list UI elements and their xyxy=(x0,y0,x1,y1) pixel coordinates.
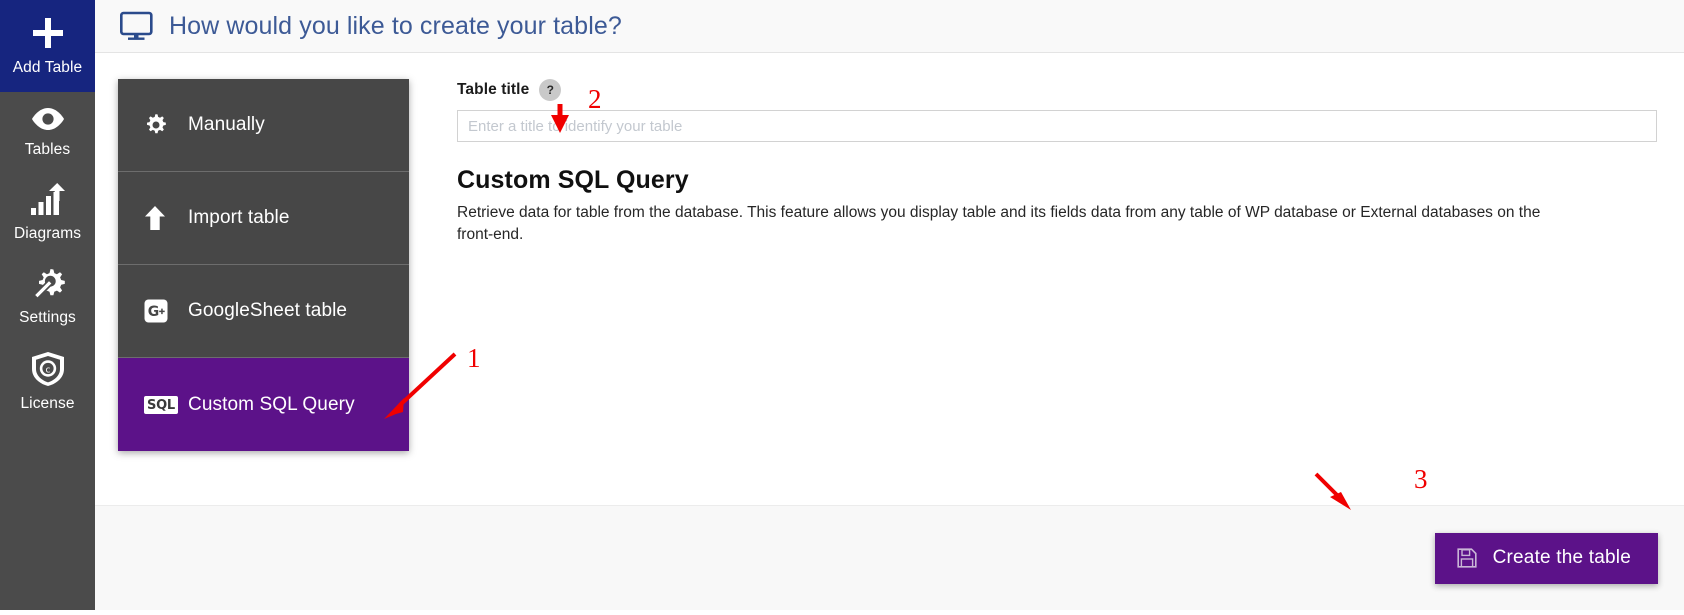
svg-text:c: c xyxy=(45,365,50,375)
app-root: Add Table Tables Diagrams Settings c Lic… xyxy=(0,0,1684,610)
sidebar-item-label: Diagrams xyxy=(13,225,82,243)
main-region: How would you like to create your table?… xyxy=(95,0,1684,610)
sidebar-item-tables[interactable]: Tables xyxy=(0,92,95,170)
plus-icon xyxy=(30,15,66,51)
upload-arrow-icon xyxy=(144,205,174,231)
gear-icon xyxy=(144,113,174,137)
sidebar-item-license[interactable]: c License xyxy=(0,338,95,424)
page-footer: Create the table xyxy=(95,505,1684,610)
section-heading: Custom SQL Query xyxy=(457,166,689,194)
sidebar-item-add-table[interactable]: Add Table xyxy=(0,0,95,93)
sidebar-item-label: Settings xyxy=(19,309,76,327)
sql-badge-text: SQL xyxy=(144,395,178,414)
tile-label: Manually xyxy=(188,114,265,135)
sql-badge-icon: SQL xyxy=(144,395,178,414)
section-description: Retrieve data for table from the databas… xyxy=(457,204,1541,243)
gear-wrench-icon xyxy=(30,267,66,301)
content-pane: Table title ? Custom SQL Query Retrieve … xyxy=(409,79,1684,505)
help-icon[interactable]: ? xyxy=(539,79,562,101)
tile-import-table[interactable]: Import table xyxy=(118,172,409,265)
table-title-label: Table title xyxy=(457,81,530,98)
create-the-table-button[interactable]: Create the table xyxy=(1434,532,1658,584)
table-title-input[interactable] xyxy=(457,110,1657,142)
shield-copyright-icon: c xyxy=(31,351,65,387)
creation-method-list: Manually Import table G GoogleSheet tabl… xyxy=(118,79,409,451)
create-button-label: Create the table xyxy=(1492,547,1631,568)
sidebar-item-label: Add Table xyxy=(12,59,83,76)
table-title-label-row: Table title ? xyxy=(457,79,1657,101)
monitor-icon xyxy=(119,11,153,41)
eye-icon xyxy=(30,105,66,133)
left-sidebar: Add Table Tables Diagrams Settings c Lic… xyxy=(0,0,95,610)
google-plus-icon: G xyxy=(144,299,174,323)
save-floppy-icon xyxy=(1456,548,1477,568)
sidebar-item-settings[interactable]: Settings xyxy=(0,254,95,338)
page-title: How would you like to create your table? xyxy=(169,11,622,40)
tile-googlesheet-table[interactable]: G GoogleSheet table xyxy=(118,265,409,358)
bar-chart-arrow-icon xyxy=(30,183,66,217)
body-area: Manually Import table G GoogleSheet tabl… xyxy=(95,53,1684,505)
sidebar-item-label: License xyxy=(20,395,75,413)
tile-label: Custom SQL Query xyxy=(188,393,355,415)
page-header: How would you like to create your table? xyxy=(95,0,1684,53)
sidebar-item-label: Tables xyxy=(24,141,71,159)
tile-label: Import table xyxy=(188,207,290,228)
sidebar-item-diagrams[interactable]: Diagrams xyxy=(0,170,95,254)
svg-text:G: G xyxy=(148,304,160,320)
tile-label: GoogleSheet table xyxy=(188,300,348,321)
tile-custom-sql-query[interactable]: SQL Custom SQL Query xyxy=(118,358,409,451)
tile-manually[interactable]: Manually xyxy=(118,79,409,172)
